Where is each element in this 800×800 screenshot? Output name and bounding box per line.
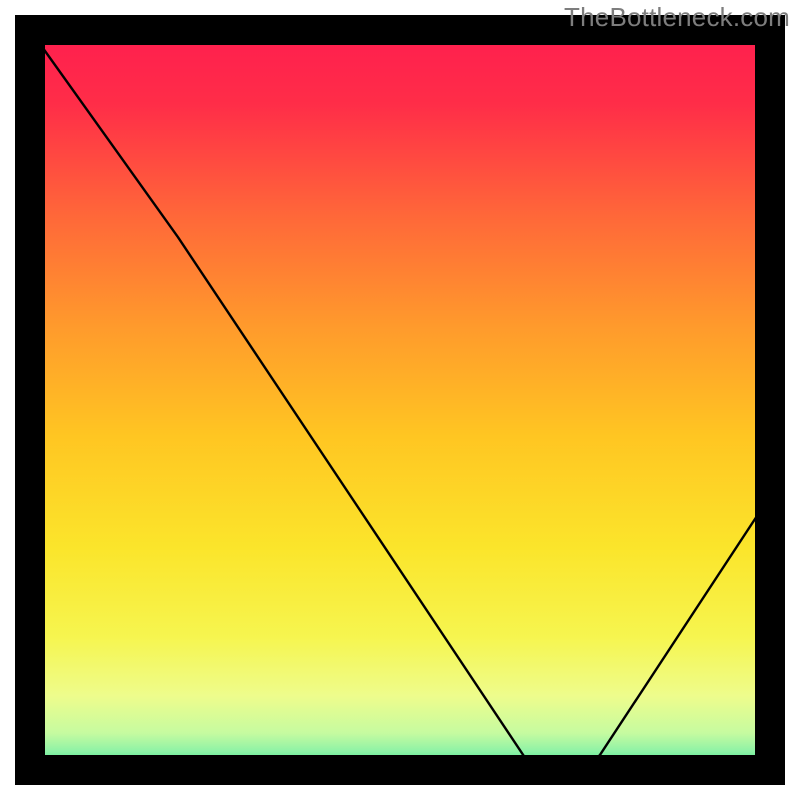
bottleneck-chart: TheBottleneck.com: [0, 0, 800, 800]
chart-svg: [0, 0, 800, 800]
watermark-text: TheBottleneck.com: [564, 2, 790, 33]
plot-background: [30, 30, 770, 770]
